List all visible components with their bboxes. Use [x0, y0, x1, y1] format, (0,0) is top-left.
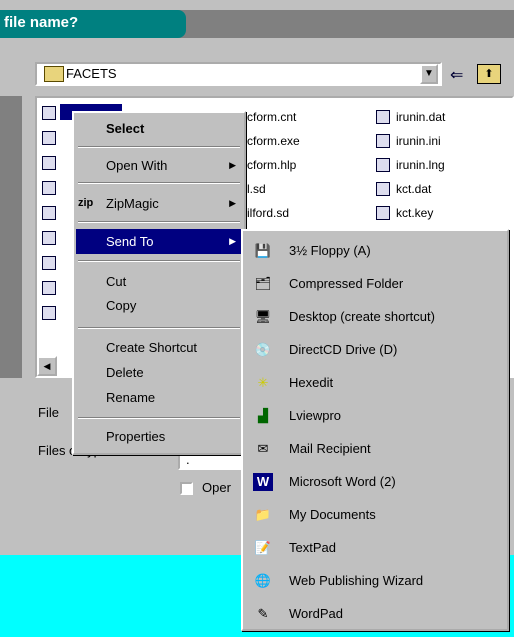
file-icon[interactable] [42, 281, 56, 295]
file-item[interactable]: irunin.ini [396, 134, 441, 148]
word-icon: W [253, 473, 273, 491]
wordpad-icon: ✎ [257, 606, 269, 621]
folder-icon [44, 66, 64, 82]
file-icon[interactable] [42, 181, 56, 195]
file-icon[interactable] [42, 231, 56, 245]
file-icon [376, 158, 390, 172]
file-item[interactable]: irunin.lng [396, 158, 445, 172]
menu-separator [78, 327, 240, 329]
menu-separator [78, 260, 240, 262]
look-in-value: FACETS [66, 66, 117, 81]
menu-separator [78, 182, 240, 184]
back-arrow-icon[interactable]: ⇐ [450, 65, 463, 85]
cd-drive-icon: 💿 [254, 342, 272, 357]
menu-item-open-with[interactable]: Open With ▶ [76, 153, 242, 178]
file-icon [376, 134, 390, 148]
menu-item-zipmagic[interactable]: zip ZipMagic ▶ [76, 191, 242, 216]
compressed-folder-icon: 🗂 [254, 276, 272, 291]
lviewpro-icon: ▟ [258, 408, 268, 423]
file-item[interactable]: irunin.dat [396, 110, 445, 124]
open-readonly-checkbox[interactable] [180, 482, 193, 495]
zip-icon: zip [78, 197, 94, 209]
menu-separator [78, 221, 240, 223]
send-to-item[interactable]: 💿 DirectCD Drive (D) [245, 334, 505, 366]
floppy-icon: 💾 [254, 243, 272, 258]
send-to-item[interactable]: ✉ Mail Recipient [245, 433, 505, 465]
file-name-label: File [38, 405, 59, 420]
menu-item-properties[interactable]: Properties [76, 424, 242, 449]
file-item[interactable]: kct.key [396, 206, 433, 220]
chevron-down-icon[interactable]: ▼ [420, 64, 438, 84]
file-icon[interactable] [42, 106, 56, 120]
file-icon [376, 182, 390, 196]
textpad-icon: 📝 [254, 540, 272, 555]
menu-item-rename[interactable]: Rename [76, 385, 242, 410]
send-to-item[interactable]: ✳ Hexedit [245, 367, 505, 399]
menu-item-select[interactable]: Select [76, 116, 242, 141]
file-icon [376, 110, 390, 124]
desktop-icon: 🖥 [254, 309, 272, 324]
dialog-title: file name? [4, 14, 79, 31]
file-icon[interactable] [42, 256, 56, 270]
file-item[interactable]: l.sd [247, 182, 266, 196]
send-to-item[interactable]: 📁 My Documents [245, 499, 505, 531]
submenu-arrow-icon: ▶ [229, 160, 236, 170]
left-panel [0, 96, 22, 378]
menu-separator [78, 146, 240, 148]
send-to-item[interactable]: 💾 3½ Floppy (A) [245, 235, 505, 267]
send-to-item[interactable]: ✎ WordPad [245, 598, 505, 630]
open-readonly-label: Oper [202, 480, 231, 495]
submenu-arrow-icon: ▶ [229, 198, 236, 208]
up-folder-icon[interactable]: ⬆ [477, 64, 501, 84]
web-publishing-icon: 🌐 [254, 573, 272, 588]
menu-item-create-shortcut[interactable]: Create Shortcut [76, 335, 242, 360]
scroll-left-button[interactable]: ◀ [37, 356, 57, 376]
send-to-item[interactable]: 🖥 Desktop (create shortcut) [245, 301, 505, 333]
file-icon[interactable] [42, 156, 56, 170]
file-icon[interactable] [42, 206, 56, 220]
file-icon[interactable] [42, 306, 56, 320]
send-to-item[interactable]: W Microsoft Word (2) [245, 466, 505, 498]
send-to-item[interactable]: 📝 TextPad [245, 532, 505, 564]
file-item[interactable]: cform.cnt [247, 110, 296, 124]
file-item[interactable]: cform.hlp [247, 158, 296, 172]
send-to-item[interactable]: 🌐 Web Publishing Wizard [245, 565, 505, 597]
menu-item-copy[interactable]: Copy [76, 293, 242, 318]
menu-item-delete[interactable]: Delete [76, 360, 242, 385]
hexedit-icon: ✳ [257, 375, 269, 390]
submenu-arrow-icon: ▶ [229, 236, 236, 246]
my-documents-icon: 📁 [254, 507, 272, 522]
menu-separator [78, 417, 240, 419]
file-icon [376, 206, 390, 220]
mail-icon: ✉ [257, 441, 269, 456]
send-to-item[interactable]: 🗂 Compressed Folder [245, 268, 505, 300]
file-item[interactable]: ilford.sd [247, 206, 289, 220]
menu-item-cut[interactable]: Cut [76, 269, 242, 294]
menu-item-send-to[interactable]: Send To ▶ [76, 229, 242, 254]
context-menu: Select Open With ▶ zip ZipMagic ▶ Send To ▶ … [72, 111, 246, 455]
file-item[interactable]: cform.exe [247, 134, 300, 148]
file-icon[interactable] [42, 131, 56, 145]
file-item[interactable]: kct.dat [396, 182, 431, 196]
send-to-item[interactable]: ▟ Lviewpro [245, 400, 505, 432]
send-to-submenu: 💾 3½ Floppy (A) 🗂 Compressed Folder 🖥 Deskt… [241, 229, 509, 631]
